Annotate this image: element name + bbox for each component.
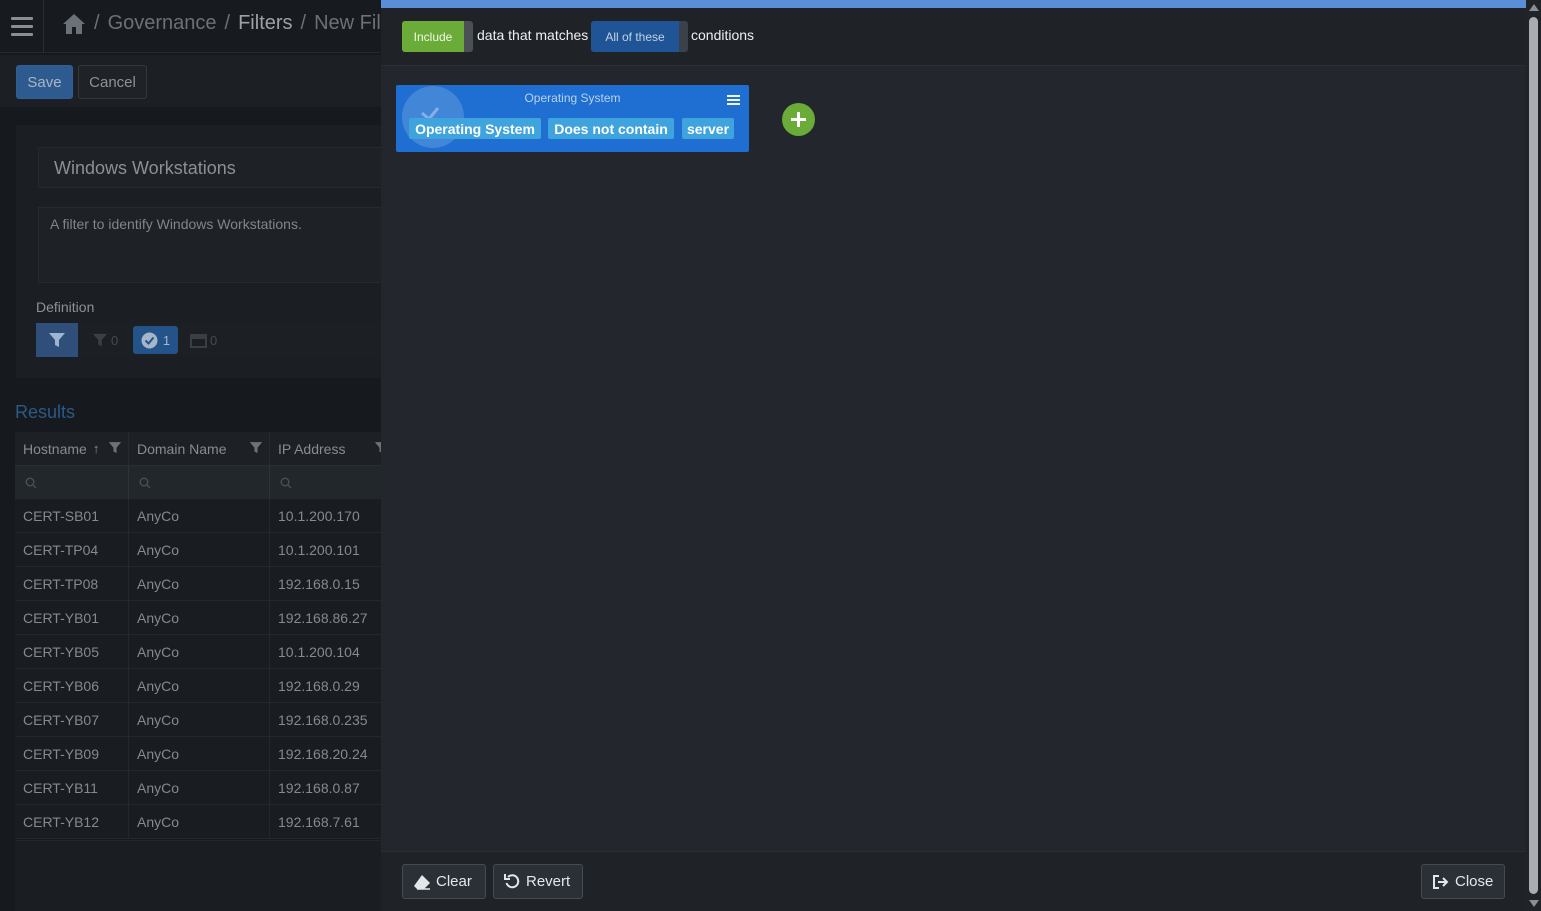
funnel-icon bbox=[49, 332, 65, 347]
table-row[interactable]: CERT-YB01 AnyCo 192.168.86.27 bbox=[15, 601, 395, 635]
column-header-domain-name[interactable]: Domain Name bbox=[129, 432, 270, 465]
column-filter-icon[interactable] bbox=[249, 441, 263, 455]
match-mode-toggle[interactable]: All of these bbox=[591, 21, 688, 52]
add-condition-button[interactable] bbox=[782, 103, 815, 136]
filter-name-field[interactable]: Windows Workstations bbox=[38, 147, 418, 188]
breadcrumb-separator: / bbox=[300, 12, 307, 34]
modal-header: Include data that matches All of these c… bbox=[381, 8, 1526, 66]
grid-search-row bbox=[15, 466, 395, 499]
undo-icon bbox=[504, 874, 520, 889]
home-icon[interactable] bbox=[62, 13, 86, 35]
search-icon bbox=[25, 477, 37, 488]
condition-menu-icon[interactable] bbox=[727, 95, 740, 105]
close-button[interactable]: Close bbox=[1421, 864, 1505, 899]
page-scrollbar[interactable] bbox=[1526, 0, 1541, 911]
breadcrumb: / Governance / Filters / New Fil bbox=[62, 12, 381, 35]
modal-accent-bar bbox=[381, 0, 1526, 8]
include-exclude-toggle[interactable]: Include bbox=[402, 21, 473, 52]
search-icon bbox=[139, 477, 151, 488]
clear-button[interactable]: Clear bbox=[402, 864, 486, 899]
sort-ascending-icon[interactable]: ↑ bbox=[93, 441, 100, 456]
table-row[interactable]: CERT-SB01 AnyCo 10.1.200.170 bbox=[15, 499, 395, 533]
column-header-hostname[interactable]: Hostname ↑ bbox=[15, 432, 129, 465]
table-row[interactable]: CERT-YB07 AnyCo 192.168.0.235 bbox=[15, 703, 395, 737]
ip-search-input[interactable] bbox=[270, 466, 395, 499]
condition-operator-chip[interactable]: Does not contain bbox=[548, 118, 674, 139]
menu-icon[interactable] bbox=[0, 0, 44, 53]
condition-value-chip[interactable]: server bbox=[682, 118, 734, 139]
table-row[interactable]: CERT-YB06 AnyCo 192.168.0.29 bbox=[15, 669, 395, 703]
results-title: Results bbox=[15, 402, 76, 422]
table-row[interactable]: CERT-YB05 AnyCo 10.1.200.104 bbox=[15, 635, 395, 669]
domain-search-input[interactable] bbox=[129, 466, 270, 499]
search-icon bbox=[280, 477, 292, 488]
plus-icon bbox=[791, 112, 806, 127]
filter-description-field[interactable]: A filter to identify Windows Workstation… bbox=[38, 207, 418, 283]
scroll-up-icon[interactable] bbox=[1529, 4, 1539, 11]
definition-label: Definition bbox=[36, 299, 95, 315]
revert-button[interactable]: Revert bbox=[493, 864, 583, 899]
breadcrumb-filters[interactable]: Filters bbox=[238, 12, 292, 35]
breadcrumb-governance[interactable]: Governance bbox=[108, 12, 217, 35]
include-label: Include bbox=[402, 21, 464, 52]
condition-title: Operating System bbox=[524, 91, 621, 105]
sign-out-icon bbox=[1433, 874, 1449, 889]
condition-editor-modal: Include data that matches All of these c… bbox=[381, 0, 1526, 911]
eraser-icon bbox=[414, 874, 430, 890]
definition-calendar-count[interactable]: 0 bbox=[190, 323, 217, 357]
definition-tabs: 0 1 0 bbox=[36, 323, 416, 357]
definition-filters-count[interactable]: 0 bbox=[92, 323, 118, 357]
check-circle-icon bbox=[141, 332, 158, 348]
condition-card[interactable]: Operating System Operating System Does n… bbox=[396, 85, 749, 152]
column-header-ip-address[interactable]: IP Address bbox=[270, 432, 395, 465]
table-row[interactable]: CERT-YB09 AnyCo 192.168.20.24 bbox=[15, 737, 395, 771]
table-row[interactable]: CERT-TP08 AnyCo 192.168.0.15 bbox=[15, 567, 395, 601]
grid-header: Hostname ↑ Domain Name IP Address bbox=[15, 432, 395, 466]
definition-filter-tab[interactable] bbox=[36, 323, 78, 357]
filter-form: Windows Workstations A filter to identif… bbox=[16, 125, 418, 378]
table-row[interactable]: CERT-YB12 AnyCo 192.168.7.61 bbox=[15, 805, 395, 839]
conditions-text: conditions bbox=[691, 27, 755, 43]
column-filter-icon[interactable] bbox=[108, 441, 122, 455]
matches-text: data that matches bbox=[477, 27, 589, 43]
scroll-thumb[interactable] bbox=[1529, 17, 1538, 894]
definition-conditions-count[interactable]: 1 bbox=[133, 326, 178, 354]
condition-field-chip[interactable]: Operating System bbox=[409, 118, 541, 139]
modal-footer: Clear Revert Close bbox=[381, 851, 1526, 911]
breadcrumb-separator: / bbox=[224, 12, 231, 34]
hostname-search-input[interactable] bbox=[15, 466, 129, 499]
results-grid: Hostname ↑ Domain Name IP Address CERT-S… bbox=[15, 432, 395, 839]
breadcrumb-separator: / bbox=[94, 12, 100, 34]
scroll-down-icon[interactable] bbox=[1529, 900, 1539, 907]
save-button[interactable]: Save bbox=[16, 65, 73, 99]
cancel-button[interactable]: Cancel bbox=[78, 65, 147, 99]
calendar-icon bbox=[190, 333, 207, 348]
funnel-icon bbox=[92, 333, 108, 346]
breadcrumb-new-filter: New Fil bbox=[314, 12, 381, 34]
table-row[interactable]: CERT-YB11 AnyCo 192.168.0.87 bbox=[15, 771, 395, 805]
grid-footer bbox=[15, 840, 395, 911]
table-row[interactable]: CERT-TP04 AnyCo 10.1.200.101 bbox=[15, 533, 395, 567]
all-of-these-label: All of these bbox=[591, 21, 679, 52]
